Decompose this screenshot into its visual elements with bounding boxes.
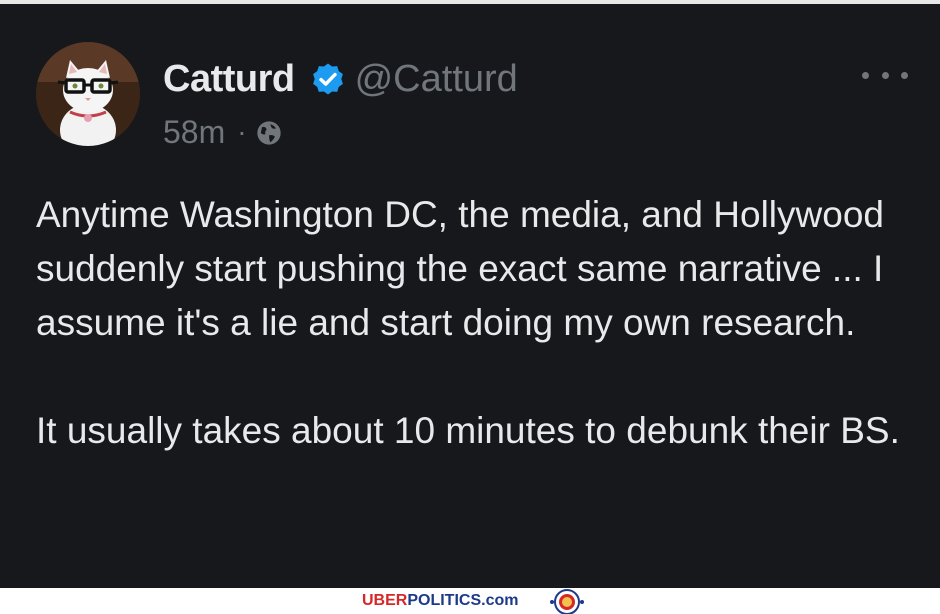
watermark-brand: UBERPOLITICS.com: [362, 592, 518, 610]
tweet-paragraph: Anytime Washington DC, the media, and Ho…: [36, 194, 884, 343]
watermark-brand-part1: UBER: [362, 592, 408, 609]
more-dot: [881, 71, 889, 79]
more-dot: [901, 71, 908, 79]
watermark-bar: UBERPOLITICS.com: [0, 588, 940, 614]
avatar[interactable]: [36, 42, 140, 146]
more-options-icon[interactable]: [862, 64, 908, 86]
handle[interactable]: @Catturd: [355, 58, 518, 101]
tweet-paragraph: It usually takes about 10 minutes to deb…: [36, 410, 900, 451]
watermark-brand-part2: POLITICS: [407, 592, 482, 609]
watermark-lion-logo-icon: [550, 589, 584, 614]
display-name[interactable]: Catturd: [163, 58, 295, 101]
cat-with-glasses-avatar-icon: [36, 42, 140, 146]
author-header: Catturd @Catturd: [163, 56, 518, 102]
verified-badge-icon: [309, 60, 347, 98]
more-dot: [862, 71, 869, 79]
meta-separator: ·: [237, 116, 247, 147]
tweet-screenshot: Catturd @Catturd 58m · Anytime Washingto…: [0, 0, 940, 614]
tweet-meta: 58m ·: [163, 112, 283, 152]
timestamp[interactable]: 58m: [163, 114, 225, 151]
tweet-body: Anytime Washington DC, the media, and Ho…: [36, 188, 916, 458]
top-border: [0, 0, 940, 4]
watermark-brand-part3: .com: [481, 592, 519, 609]
globe-icon: [255, 118, 283, 146]
